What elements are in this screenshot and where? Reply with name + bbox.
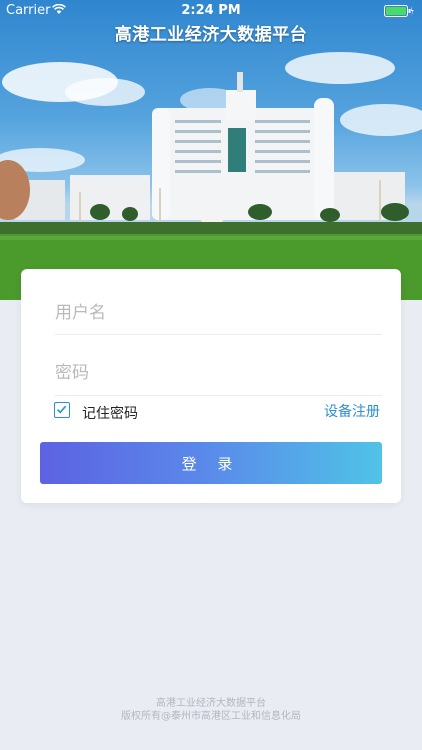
device-register-link[interactable]: 设备注册 [324, 401, 380, 421]
hero-banner-image [0, 0, 422, 300]
username-input[interactable] [55, 298, 382, 328]
government-building-illustration [0, 52, 422, 300]
username-underline [55, 334, 382, 335]
remember-password-label[interactable]: 记住密码 [82, 403, 138, 423]
footer: 高港工业经济大数据平台 版权所有@泰州市高港区工业和信息化局 [0, 697, 422, 723]
password-underline [55, 395, 382, 396]
footer-platform-name: 高港工业经济大数据平台 [156, 698, 266, 709]
status-bar: Carrier 2:24 PM [0, 0, 422, 22]
battery-icon [384, 5, 414, 21]
footer-copyright: 版权所有@泰州市高港区工业和信息化局 [121, 711, 301, 722]
page-title: 高港工业经济大数据平台 [114, 25, 308, 45]
login-button[interactable]: 登 录 [40, 442, 382, 484]
checkmark-icon [56, 405, 67, 414]
login-card: 记住密码 设备注册 登 录 [21, 269, 401, 503]
remember-password-checkbox[interactable] [54, 402, 70, 418]
password-input[interactable] [55, 358, 382, 388]
status-time: 2:24 PM [181, 3, 241, 18]
